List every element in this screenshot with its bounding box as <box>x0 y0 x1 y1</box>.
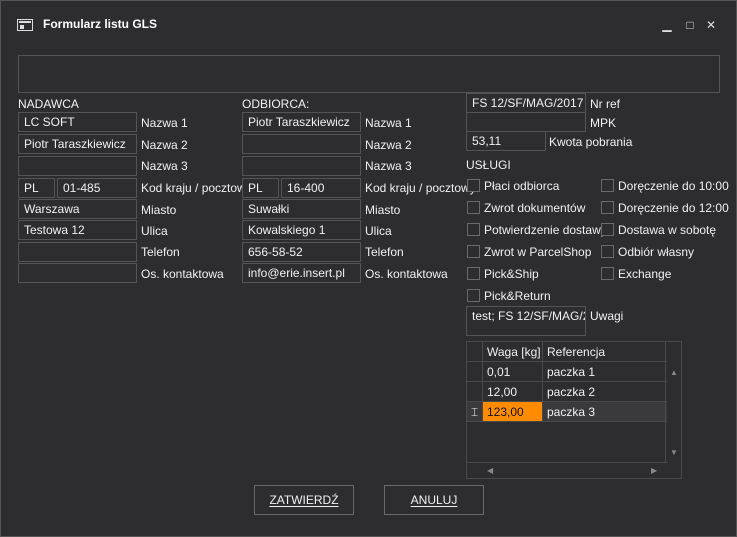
service-label-exchange: Exchange <box>618 267 672 281</box>
service-checkbox-self-pickup[interactable] <box>601 245 614 258</box>
window-title: Formularz listu GLS <box>43 17 158 31</box>
confirm-button[interactable]: ZATWIERDŹ <box>254 485 354 515</box>
recipient-contact-label: Os. kontaktowa <box>365 267 448 281</box>
sender-name3-input[interactable] <box>18 156 137 176</box>
service-label-pick-ship: Pick&Ship <box>484 267 539 281</box>
service-label-parcelshop-return: Zwrot w ParcelShop <box>484 245 592 259</box>
service-checkbox-recipient-pays[interactable] <box>467 179 480 192</box>
service-checkbox-delivery-10[interactable] <box>601 179 614 192</box>
table-cell-reference[interactable]: paczka 2 <box>543 382 667 402</box>
sender-street-label: Ulica <box>141 224 168 238</box>
service-label-document-return: Zwrot dokumentów <box>484 201 586 215</box>
recipient-header: ODBIORCA: <box>242 97 310 111</box>
recipient-name2-label: Nazwa 2 <box>365 138 412 152</box>
table-cell-weight[interactable]: 0,01 <box>483 362 543 382</box>
sender-city-label: Miasto <box>141 203 177 217</box>
service-label-self-pickup: Odbiór własny <box>618 245 695 259</box>
mpk-input[interactable] <box>466 112 586 132</box>
cancel-button[interactable]: ANULUJ <box>384 485 484 515</box>
sender-contact-input[interactable] <box>18 263 137 283</box>
packages-grid: Waga [kg] Referencja 0,01 paczka 1 12,00… <box>466 341 682 479</box>
sender-name3-label: Nazwa 3 <box>141 159 188 173</box>
recipient-street-label: Ulica <box>365 224 392 238</box>
sender-contact-label: Os. kontaktowa <box>141 267 224 281</box>
service-label-saturday-delivery: Dostawa w sobotę <box>618 223 717 237</box>
remarks-input[interactable]: test; FS 12/SF/MAG/20 <box>466 306 586 336</box>
recipient-city-input[interactable]: Suwałki <box>242 199 361 219</box>
cod-amount-input[interactable]: 53,11 <box>466 131 546 151</box>
top-text-area[interactable] <box>18 55 720 93</box>
grid-vertical-scrollbar[interactable]: ▲ ▼ <box>665 342 681 462</box>
sender-country-postal-label: Kod kraju / pocztowy <box>141 181 252 195</box>
recipient-street-input[interactable]: Kowalskiego 1 <box>242 220 361 240</box>
close-icon[interactable]: ✕ <box>701 15 721 35</box>
maximize-icon[interactable]: □ <box>680 15 700 35</box>
service-checkbox-exchange[interactable] <box>601 267 614 280</box>
table-cell-weight[interactable]: 12,00 <box>483 382 543 402</box>
recipient-contact-input[interactable]: info@erie.insert.pl <box>242 263 361 283</box>
recipient-country-input[interactable]: PL <box>242 178 279 198</box>
grid-horizontal-scrollbar[interactable]: ◀ ▶ <box>467 462 667 478</box>
recipient-name1-input[interactable]: Piotr Taraszkiewicz <box>242 112 361 132</box>
service-checkbox-parcelshop-return[interactable] <box>467 245 480 258</box>
recipient-name3-label: Nazwa 3 <box>365 159 412 173</box>
service-checkbox-pick-ship[interactable] <box>467 267 480 280</box>
remarks-label: Uwagi <box>590 309 624 323</box>
sender-city-input[interactable]: Warszawa <box>18 199 137 219</box>
service-checkbox-delivery-confirmation[interactable] <box>467 223 480 236</box>
sender-header: NADAWCA <box>18 97 79 111</box>
service-checkbox-document-return[interactable] <box>467 201 480 214</box>
app-window-icon <box>17 19 33 31</box>
sender-name2-label: Nazwa 2 <box>141 138 188 152</box>
scroll-down-icon[interactable]: ▼ <box>670 448 678 457</box>
sender-phone-input[interactable] <box>18 242 137 262</box>
gls-form-window: Formularz listu GLS ▁ □ ✕ NADAWCA LC SOF… <box>0 0 737 537</box>
recipient-phone-label: Telefon <box>365 245 404 259</box>
sender-name2-input[interactable]: Piotr Taraszkiewicz <box>18 134 137 154</box>
grid-row-selector[interactable] <box>467 362 483 382</box>
sender-name1-input[interactable]: LC SOFT <box>18 112 137 132</box>
service-checkbox-pick-return[interactable] <box>467 289 480 302</box>
service-checkbox-saturday-delivery[interactable] <box>601 223 614 236</box>
service-label-pick-return: Pick&Return <box>484 289 551 303</box>
reference-number-input[interactable]: FS 12/SF/MAG/2017 <box>466 93 586 113</box>
grid-header-row-selector <box>467 342 483 362</box>
recipient-name3-input[interactable] <box>242 156 361 176</box>
sender-name1-label: Nazwa 1 <box>141 116 188 130</box>
service-label-delivery-12: Doręczenie do 12:00 <box>618 201 729 215</box>
scroll-left-icon[interactable]: ◀ <box>487 466 493 475</box>
recipient-name1-label: Nazwa 1 <box>365 116 412 130</box>
table-cell-reference[interactable]: paczka 1 <box>543 362 667 382</box>
grid-header-weight[interactable]: Waga [kg] <box>483 342 543 362</box>
recipient-postal-input[interactable]: 16-400 <box>281 178 361 198</box>
service-label-delivery-confirmation: Potwierdzenie dostawy <box>484 223 607 237</box>
service-label-recipient-pays: Płaci odbiorca <box>484 179 560 193</box>
text-cursor-icon[interactable]: ⌶ <box>467 402 483 422</box>
service-checkbox-delivery-12[interactable] <box>601 201 614 214</box>
sender-street-input[interactable]: Testowa 12 <box>18 220 137 240</box>
recipient-city-label: Miasto <box>365 203 401 217</box>
mpk-label: MPK <box>590 116 617 130</box>
grid-row-selector[interactable] <box>467 382 483 402</box>
reference-number-label: Nr ref <box>590 97 620 111</box>
recipient-country-postal-label: Kod kraju / pocztowy <box>365 181 476 195</box>
recipient-name2-input[interactable] <box>242 134 361 154</box>
scroll-up-icon[interactable]: ▲ <box>670 368 678 377</box>
scroll-right-icon[interactable]: ▶ <box>651 466 657 475</box>
minimize-icon[interactable]: ▁ <box>657 15 677 35</box>
sender-postal-input[interactable]: 01-485 <box>57 178 137 198</box>
recipient-phone-input[interactable]: 656-58-52 <box>242 242 361 262</box>
table-cell-reference[interactable]: paczka 3 <box>543 402 667 422</box>
sender-phone-label: Telefon <box>141 245 180 259</box>
grid-header-reference[interactable]: Referencja <box>543 342 667 362</box>
table-cell-weight-editing[interactable]: 123,00 <box>483 402 543 422</box>
cod-amount-label: Kwota pobrania <box>549 135 633 149</box>
sender-country-input[interactable]: PL <box>18 178 55 198</box>
services-header: USŁUGI <box>466 158 511 172</box>
service-label-delivery-10: Doręczenie do 10:00 <box>618 179 729 193</box>
